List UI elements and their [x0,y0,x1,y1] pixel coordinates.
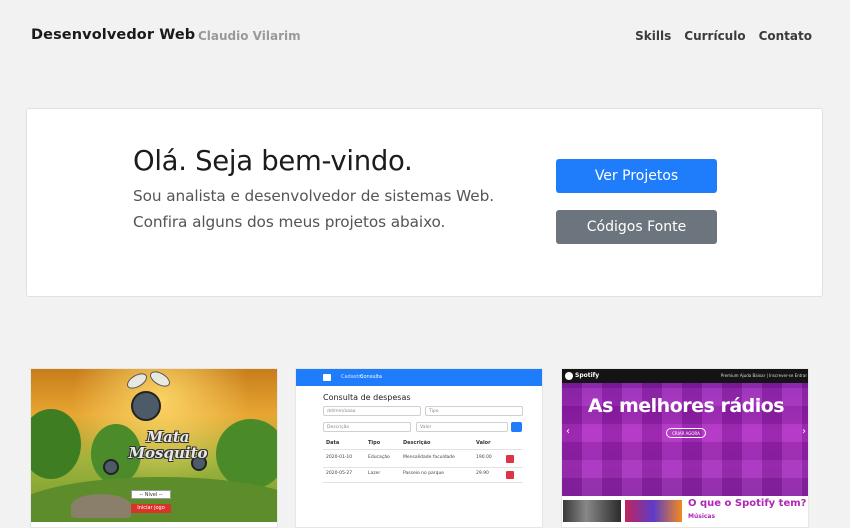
search-icon [511,422,522,432]
column-header-date: Data [326,440,340,446]
source-code-button[interactable]: Códigos Fonte [556,210,717,244]
album-thumbnail [625,500,682,522]
spotify-headline: As melhores rádios [587,395,785,417]
app-logo-icon [323,374,331,381]
album-thumbnail [563,500,621,522]
mata-mosquito-screenshot: Mata Mosquito -- Nível -- Iniciar jogo [31,369,277,522]
mosquito-icon [103,459,119,475]
project-card-spotify[interactable]: Spotify Premium Ajuda Baixar | Inscrever… [561,368,809,528]
start-game-button: Iniciar jogo [131,504,171,513]
table-cell: Lazer [368,471,381,476]
welcome-card: Olá. Seja bem-vindo. Sou analista e dese… [26,108,823,297]
description-field: Descrição [323,422,411,432]
hero-description-line-1: Sou analista e desenvolvedor de sistemas… [133,187,494,205]
nav-link-curriculo[interactable]: Currículo [684,29,745,43]
hero-description-line-2: Confira alguns dos meus projetos abaixo. [133,213,446,231]
table-cell: Educação [368,455,390,460]
brand-subtitle: Claudio Vilarim [198,29,301,43]
spotify-subheading: Músicas [688,513,716,520]
expenses-nav-consulta: Consulta [360,374,382,380]
expenses-navbar: Cadastro Consulta [296,369,542,386]
view-projects-button[interactable]: Ver Projetos [556,159,717,193]
nav-links: Skills Currículo Contato [635,29,812,43]
column-header-value: Valor [476,440,491,446]
hero-title: Olá. Seja bem-vindo. [133,145,413,177]
level-select: -- Nível -- [131,490,171,499]
delete-icon [506,471,514,479]
game-title: Mata Mosquito [128,428,208,462]
spotify-cta-button: CRIAR AGORA [666,428,706,438]
value-field: Valor [416,422,508,432]
project-card-expenses[interactable]: Cadastro Consulta Consulta de despesas d… [295,368,543,528]
brand-title[interactable]: Desenvolvedor Web [31,27,195,43]
nav-link-contato[interactable]: Contato [759,29,812,43]
nav-link-skills[interactable]: Skills [635,29,671,43]
table-cell: Passeio no parque [403,471,445,476]
table-cell: 29.90 [476,471,489,476]
spotify-logo-icon [565,372,573,380]
spotify-question: O que o Spotify tem? [688,498,807,509]
type-field: Tipo [425,406,523,416]
table-cell: 2020-01-10 [326,455,353,460]
navbar: Desenvolvedor Web Claudio Vilarim Skills… [0,0,850,72]
table-cell: 190.00 [476,455,492,460]
mosquito-icon [131,391,161,421]
column-header-type: Tipo [368,440,381,446]
project-card-mata-mosquito[interactable]: Mata Mosquito -- Nível -- Iniciar jogo [30,368,278,528]
delete-icon [506,455,514,463]
column-header-description: Descrição [403,440,431,446]
table-cell: Mensalidade faculdade [403,455,455,460]
spotify-brand: Spotify [575,372,600,379]
table-cell: 2020-05-27 [326,471,353,476]
spotify-hero: Spotify Premium Ajuda Baixar | Inscrever… [562,369,808,496]
expenses-title: Consulta de despesas [323,393,411,402]
chevron-left-icon: ‹ [566,426,570,437]
date-field: dd/mm/aaaa [323,406,421,416]
spotify-navbar: Spotify Premium Ajuda Baixar | Inscrever… [562,369,808,383]
spotify-nav-links: Premium Ajuda Baixar | Inscrever-se Entr… [720,373,807,378]
chevron-right-icon: › [802,426,806,437]
